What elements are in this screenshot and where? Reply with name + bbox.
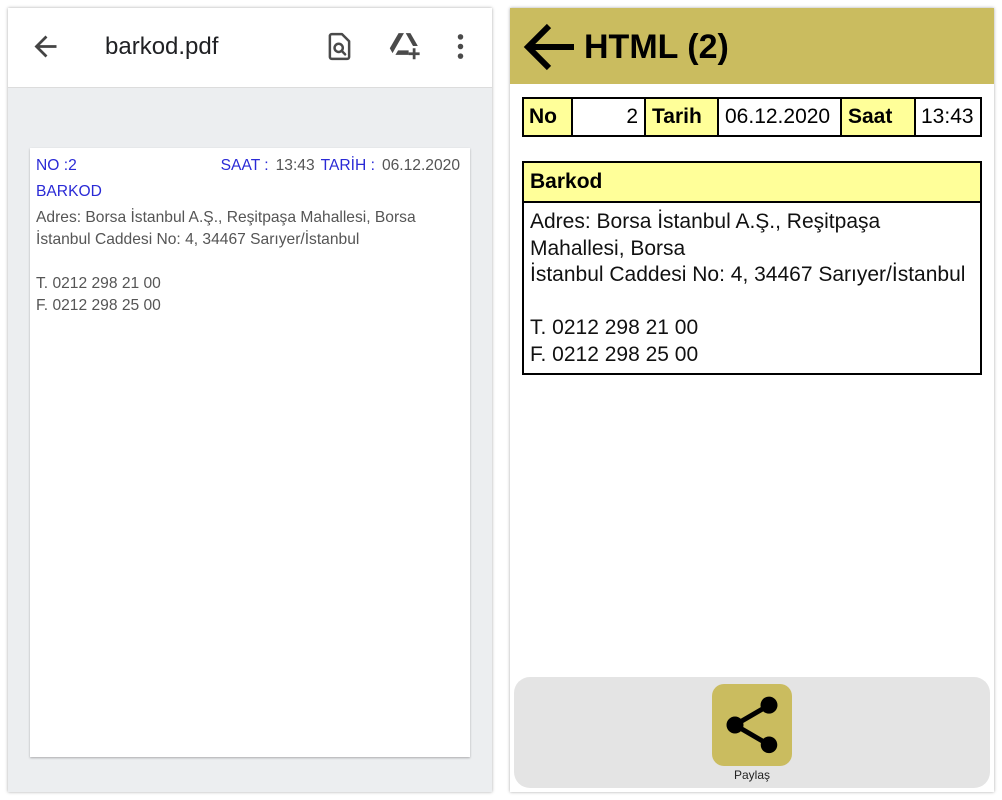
html-preview-screen: HTML (2) No 2 Tarih 06.12.2020 Saat 13:4… — [510, 8, 994, 792]
address-text: Adres: Borsa İstanbul A.Ş., Reşitpaşa Ma… — [530, 210, 881, 260]
pdf-toolbar: barkod.pdf — [8, 8, 492, 88]
header-row: NO :2 SAAT : 13:43 TARİH : 06.12.2020 — [36, 155, 460, 177]
arrow-back-icon[interactable] — [522, 23, 574, 71]
saat-value: 13:43 — [275, 157, 315, 174]
add-to-drive-icon[interactable] — [388, 29, 421, 62]
screen-title: HTML (2) — [584, 28, 729, 66]
address-line: İstanbul Caddesi No: 4, 34467 Sarıyer/İs… — [36, 231, 360, 248]
info-table: No 2 Tarih 06.12.2020 Saat 13:43 — [522, 97, 982, 137]
time-date-group: SAAT : 13:43 TARİH : 06.12.2020 — [221, 155, 460, 177]
phone-text: T. 0212 298 21 00 — [530, 316, 699, 339]
pdf-page: NO :2 SAAT : 13:43 TARİH : 06.12.2020 BARKO… — [30, 148, 470, 757]
record-number: NO :2 — [36, 155, 77, 177]
bottom-action-bar: Paylaş — [514, 677, 990, 788]
app-bar: HTML (2) — [510, 8, 994, 84]
barkod-details: Adres: Borsa İstanbul A.Ş., Reşitpaşa Ma… — [524, 203, 980, 373]
share-icon — [718, 691, 786, 759]
no-value-cell: 2 — [571, 99, 644, 135]
arrow-back-icon[interactable] — [29, 30, 62, 63]
document-title: barkod.pdf — [105, 33, 219, 60]
time-label-cell: Saat — [840, 99, 914, 135]
fax-text: F. 0212 298 25 00 — [530, 342, 699, 366]
fax-line: F. 0212 298 25 00 — [36, 297, 161, 314]
more-vertical-icon[interactable] — [444, 30, 477, 63]
date-label-cell: Tarih — [644, 99, 717, 135]
section-title: BARKOD — [36, 183, 102, 200]
time-value-cell: 13:43 — [914, 99, 980, 135]
share-label: Paylaş — [733, 768, 771, 782]
barkod-title: Barkod — [524, 163, 980, 203]
no-value: 2 — [68, 157, 77, 174]
address-line: Adres: Borsa İstanbul A.Ş., Reşitpaşa Ma… — [36, 209, 416, 226]
barkod-box: Barkod Adres: Borsa İstanbul A.Ş., Reşit… — [522, 161, 982, 375]
no-label: NO : — [36, 157, 69, 174]
pdf-viewport[interactable]: NO :2 SAAT : 13:43 TARİH : 06.12.2020 BARKO… — [8, 88, 492, 792]
share-button[interactable] — [712, 684, 792, 766]
no-label-cell: No — [524, 99, 571, 135]
pdf-viewer-screen: barkod.pdf NO :2 SAAT :13:43 TARİH :06.1… — [8, 8, 492, 792]
date-value-cell: 06.12.2020 — [717, 99, 840, 135]
tarih-label: TARİH : — [320, 157, 375, 174]
tarih-value: 06.12.2020 — [381, 157, 460, 174]
saat-label: SAAT : — [220, 157, 269, 174]
find-in-page-icon[interactable] — [323, 30, 356, 63]
address-text: İstanbul Caddesi No: 4, 34467 Sarıyer/İs… — [530, 263, 966, 286]
phone-line: T. 0212 298 21 00 — [36, 275, 161, 292]
